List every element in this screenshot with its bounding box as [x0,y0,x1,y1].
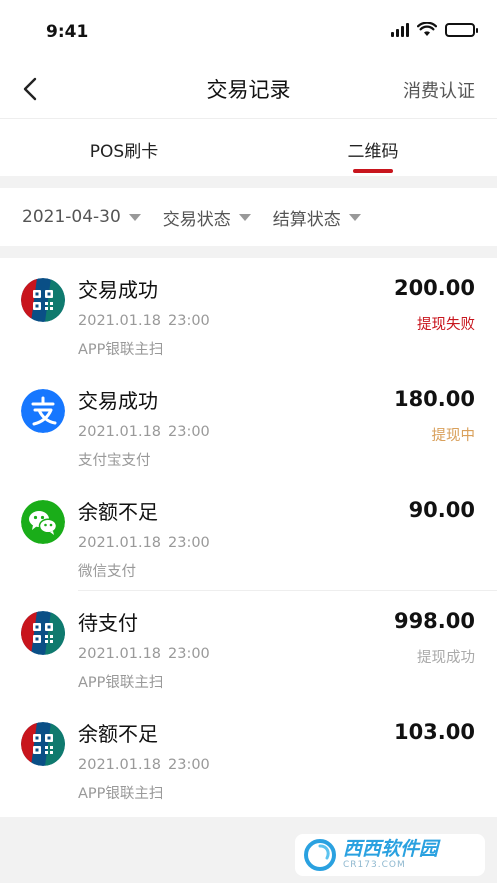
wifi-icon [417,22,437,36]
date-filter[interactable]: 2021-04-30 [22,207,141,227]
transaction-date: 2021.01.18 [78,424,162,440]
transaction-date: 2021.01.18 [78,313,162,329]
tab-label: 二维码 [347,142,399,162]
tab-pos[interactable]: POS刷卡 [0,119,248,177]
transaction-status-filter[interactable]: 交易状态 [163,205,251,230]
caret-down-icon [238,213,251,221]
transaction-amount: 180.00 [393,387,475,411]
caret-down-icon [128,213,141,221]
watermark-sub: CR173.COM [343,860,406,870]
transaction-status: 交易成功 [78,389,158,413]
transaction-date: 2021.01.18 [78,757,162,773]
unionpay-qr-icon [21,722,65,766]
tab-bar: POS刷卡 二维码 [0,118,497,176]
unionpay-qr-icon [21,278,65,322]
transaction-amount: 103.00 [393,720,475,744]
tab-qrcode[interactable]: 二维码 [249,119,497,177]
settlement-status-filter[interactable]: 结算状态 [273,205,361,230]
transaction-time: 23:00 [168,424,210,440]
transaction-date: 2021.01.18 [78,646,162,662]
transaction-row[interactable]: 交易成功 2021.01.18 23:00 支付宝支付 180.00 提现中 [0,369,497,480]
consumption-auth-button[interactable]: 消费认证 [403,77,475,103]
transaction-time: 23:00 [168,757,210,773]
transaction-time: 23:00 [168,646,210,662]
status-bar: 9:41 [0,0,497,60]
withdraw-status: 提现成功 [417,650,475,666]
caret-down-icon [348,213,361,221]
wechat-icon [21,500,65,544]
filter-label: 交易状态 [162,209,231,230]
transaction-status: 余额不足 [78,722,158,746]
filter-label: 结算状态 [272,209,341,230]
battery-icon [445,22,478,37]
transaction-amount: 998.00 [393,609,475,633]
tab-label: POS刷卡 [89,142,159,162]
nav-bar: 交易记录 消费认证 [0,60,497,116]
watermark-main: 西西软件园 [343,838,439,860]
transaction-row[interactable]: 余额不足 2021.01.18 23:00 微信支付 90.00 [0,480,497,591]
payment-method: 微信支付 [78,564,136,580]
transaction-row[interactable]: 交易成功 2021.01.18 23:00 APP银联主扫 200.00 提现失… [0,258,497,369]
status-time: 9:41 [46,22,89,42]
transaction-date: 2021.01.18 [78,535,162,551]
transaction-list: 交易成功 2021.01.18 23:00 APP银联主扫 200.00 提现失… [0,258,497,813]
section-divider [0,176,497,188]
cr173-logo-icon [304,839,336,871]
watermark-logo: 西西软件园 CR173.COM [295,834,485,876]
transaction-time: 23:00 [168,313,210,329]
transaction-amount: 200.00 [393,276,475,300]
watermark-text: 西西软件园 CR173.COM [343,840,438,870]
transaction-time: 23:00 [168,535,210,551]
transaction-amount: 90.00 [408,498,475,522]
active-tab-indicator [353,169,393,173]
withdraw-status: 提现失败 [417,317,475,333]
filter-label: 2021-04-30 [22,207,121,227]
section-divider [0,246,497,258]
withdraw-status: 提现中 [431,428,476,444]
payment-method: 支付宝支付 [78,453,151,469]
transaction-status: 余额不足 [78,500,158,524]
payment-method: APP银联主扫 [78,342,164,358]
unionpay-qr-icon [21,611,65,655]
transaction-row[interactable]: 待支付 2021.01.18 23:00 APP银联主扫 998.00 提现成功 [0,591,497,702]
alipay-icon [21,389,65,433]
transaction-row[interactable]: 余额不足 2021.01.18 23:00 APP银联主扫 103.00 [0,702,497,813]
filter-bar: 2021-04-30 交易状态 结算状态 [0,188,497,246]
status-icons [391,22,478,37]
transaction-status: 交易成功 [78,278,158,302]
signal-icon [391,22,409,37]
payment-method: APP银联主扫 [78,786,164,802]
transaction-status: 待支付 [78,611,138,635]
payment-method: APP银联主扫 [78,675,164,691]
